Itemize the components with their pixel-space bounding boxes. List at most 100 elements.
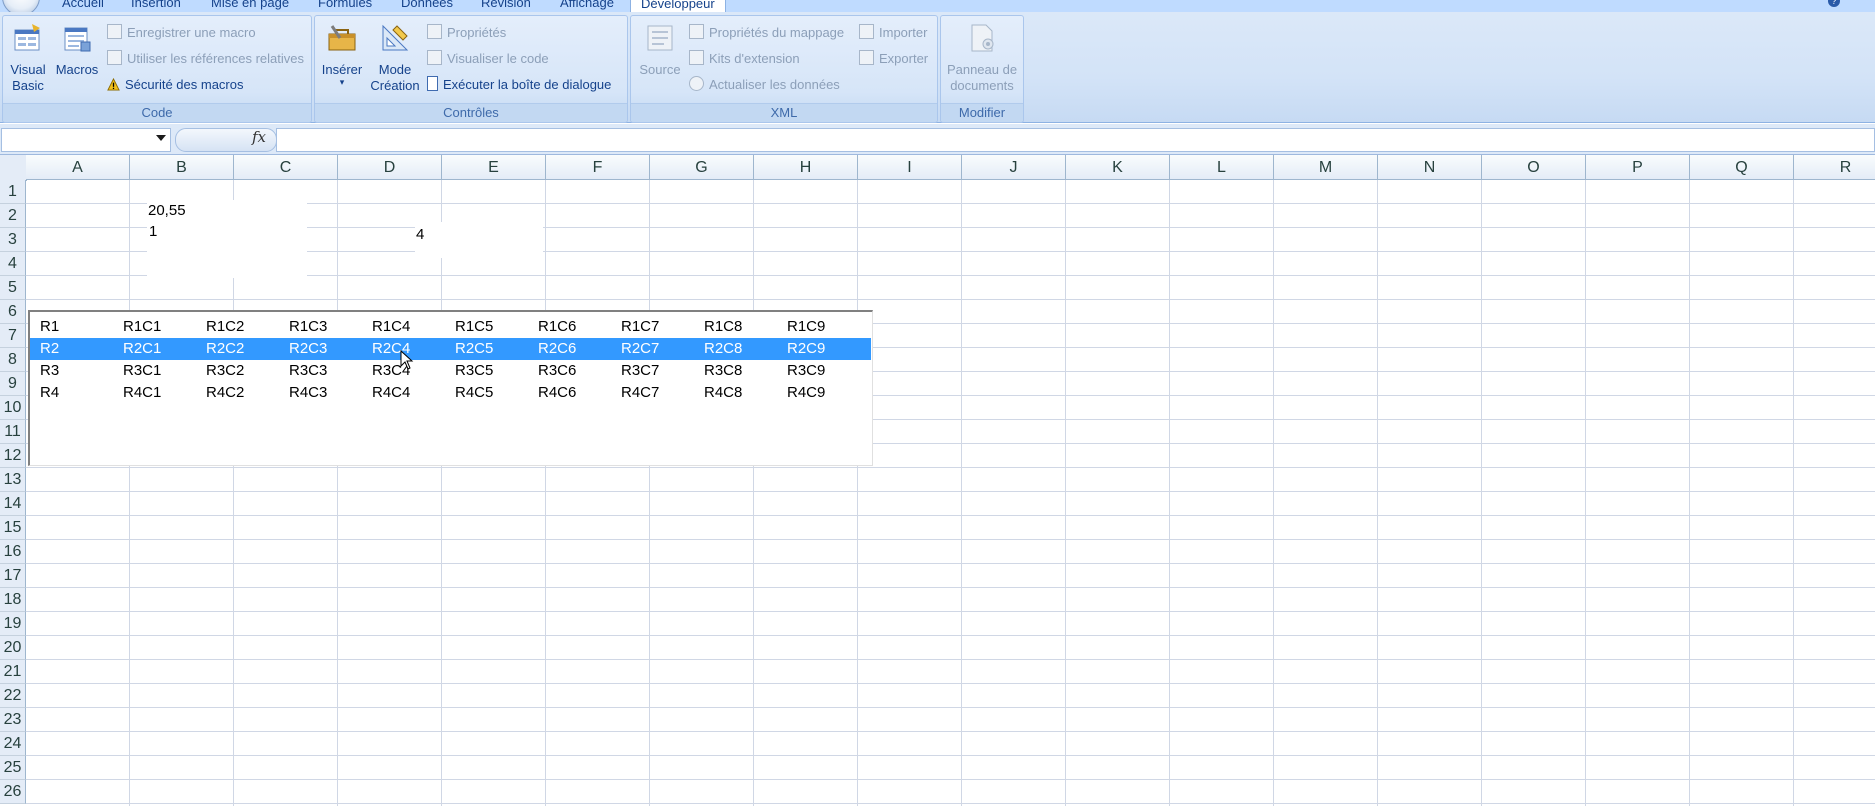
row-header[interactable]: 7 [0,324,26,348]
row-header[interactable]: 2 [0,204,26,228]
list-item[interactable]: R3 R3C1 R3C2 R3C3 R3C4 R3C5 R3C6 R3C7 R3C8 R3C9 [30,360,871,382]
export-button[interactable]: Exporter [859,49,928,69]
column-header[interactable]: P [1586,155,1690,180]
office-button[interactable] [2,0,40,12]
row-header[interactable]: 15 [0,516,26,540]
column-header[interactable]: I [858,155,962,180]
row-header[interactable]: 18 [0,588,26,612]
formula-input[interactable] [276,128,1875,152]
list-item-cell: R3C7 [621,362,660,379]
row-header[interactable]: 26 [0,780,26,804]
grid-vline [1377,180,1378,806]
list-item-cell: R1C2 [206,318,245,335]
xml-source-button[interactable]: Source [637,22,683,78]
row-header[interactable]: 5 [0,276,26,300]
column-header[interactable]: E [442,155,546,180]
row-header[interactable]: 9 [0,372,26,396]
row-header[interactable]: 21 [0,660,26,684]
column-header[interactable]: J [962,155,1066,180]
refresh-data-button[interactable]: Actualiser les données [689,75,840,95]
row-header[interactable]: 4 [0,252,26,276]
document-panel-button[interactable]: Panneau de documents [943,22,1021,94]
row-header[interactable]: 6 [0,300,26,324]
tab-affichage[interactable]: Affichage [560,0,614,12]
record-macro-icon [107,24,122,39]
list-box[interactable]: R1 R1C1 R1C2 R1C3 R1C4 R1C5 R1C6 R1C7 R1C8 R1C9 R2… [28,310,873,466]
insert-control-button[interactable]: Insérer ▾ [319,22,365,87]
row-header[interactable]: 22 [0,684,26,708]
column-header[interactable]: C [234,155,338,180]
list-item-cell: R3C8 [704,362,743,379]
map-properties-button[interactable]: Propriétés du mappage [689,23,844,43]
view-code-button[interactable]: Visualiser le code [427,49,549,69]
row-header[interactable]: 1 [0,180,26,204]
tab-accueil[interactable]: Accueil [62,0,104,12]
list-item-cell: R2C6 [538,340,577,357]
column-header[interactable]: M [1274,155,1378,180]
row-header[interactable]: 17 [0,564,26,588]
insert-function-icon[interactable]: fx [252,128,266,146]
grid-hline [26,635,1875,636]
column-header[interactable]: G [650,155,754,180]
column-header[interactable]: D [338,155,442,180]
tab-mise-en-page[interactable]: Mise en page [211,0,289,12]
tab-revision[interactable]: Révision [481,0,531,12]
column-header[interactable]: Q [1690,155,1794,180]
tab-insertion[interactable]: Insertion [131,0,181,12]
grid-hline [26,467,1875,468]
expansion-packs-button[interactable]: Kits d'extension [689,49,800,69]
worksheet-grid[interactable]: ABCDEFGHIJKLMNOPQR 1 2 3 4 5 6 7 8 9 10 11 12 13 14 15… [0,155,1875,806]
column-header[interactable]: B [130,155,234,180]
cell-b3[interactable]: 1 [149,223,157,240]
column-header[interactable]: N [1378,155,1482,180]
run-dialog-button[interactable]: Exécuter la boîte de dialogue [427,75,611,95]
row-header[interactable]: 11 [0,420,26,444]
list-item[interactable]: R4 R4C1 R4C2 R4C3 R4C4 R4C5 R4C6 R4C7 R4C8 R4C9 [30,382,871,404]
column-header[interactable]: O [1482,155,1586,180]
name-box-dropdown-icon[interactable] [156,135,166,141]
visual-basic-button[interactable]: Visual Basic [7,22,49,94]
tab-donnees[interactable]: Données [401,0,453,12]
column-header[interactable]: R [1794,155,1875,180]
name-box[interactable] [1,128,171,152]
list-item-cell: R2C2 [206,340,245,357]
row-header[interactable]: 23 [0,708,26,732]
cell-b2[interactable]: 20,55 [148,202,186,219]
window-minimize-icon[interactable] [1851,0,1865,6]
properties-button[interactable]: Propriétés [427,23,506,43]
import-button[interactable]: Importer [859,23,927,43]
column-header[interactable]: F [546,155,650,180]
design-mode-button[interactable]: Mode Création [369,22,421,94]
row-header[interactable]: 3 [0,228,26,252]
expansion-packs-label: Kits d'extension [709,51,800,66]
list-item-cell: R2C7 [621,340,660,357]
row-header[interactable]: 20 [0,636,26,660]
row-header[interactable]: 19 [0,612,26,636]
row-header[interactable]: 16 [0,540,26,564]
visual-basic-icon [14,24,40,51]
row-header[interactable]: 24 [0,732,26,756]
list-item[interactable]: R1 R1C1 R1C2 R1C3 R1C4 R1C5 R1C6 R1C7 R1C8 R1C9 [30,316,871,338]
row-header[interactable]: 8 [0,348,26,372]
record-macro-button[interactable]: Enregistrer une macro [107,23,256,43]
row-header[interactable]: 25 [0,756,26,780]
help-icon[interactable]: ? [1828,0,1840,7]
row-header[interactable]: 14 [0,492,26,516]
tab-formules[interactable]: Formules [318,0,372,12]
column-header[interactable]: L [1170,155,1274,180]
cell-d3[interactable]: 4 [416,226,424,243]
relative-references-button[interactable]: Utiliser les références relatives [107,49,304,69]
grid-vline [1169,180,1170,806]
row-header[interactable]: 10 [0,396,26,420]
column-header[interactable]: K [1066,155,1170,180]
tab-developpeur[interactable]: Développeur [630,0,726,12]
macro-security-button[interactable]: Sécurité des macros [107,75,244,95]
list-item[interactable]: R2 R2C1 R2C2 R2C3 R2C4 R2C5 R2C6 R2C7 R2C8 R2C9 [30,338,871,360]
column-header[interactable]: A [26,155,130,180]
column-header[interactable]: H [754,155,858,180]
select-all-corner[interactable] [0,155,27,181]
list-item-cell: R3C3 [289,362,328,379]
row-header[interactable]: 12 [0,444,26,468]
row-header[interactable]: 13 [0,468,26,492]
macros-button[interactable]: Macros [53,22,101,78]
